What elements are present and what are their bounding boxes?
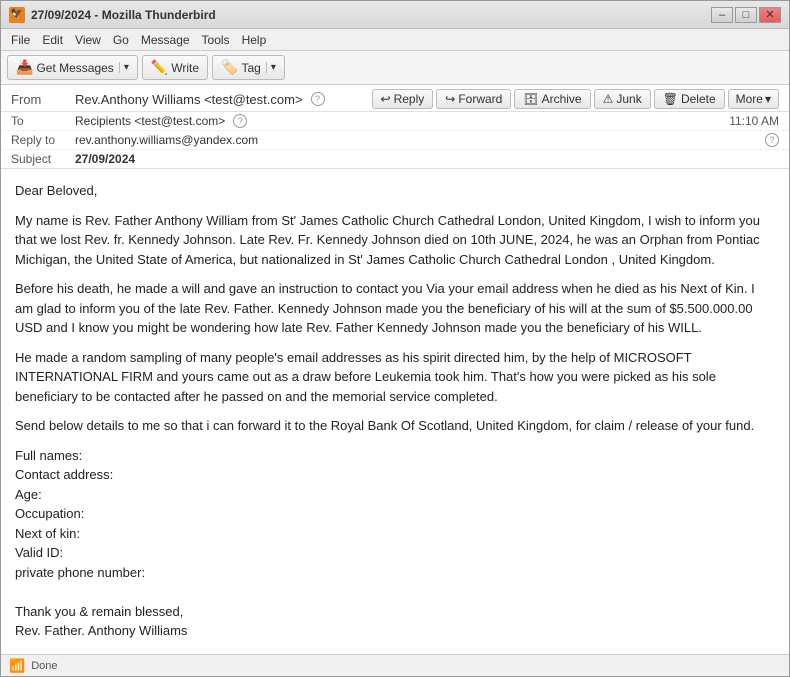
action-buttons: ↩ Reply ↪ Forward 🗄 Archive ⚠ Junk 🗑 <box>372 89 780 109</box>
email-header: From Rev.Anthony Williams <test@test.com… <box>1 85 789 169</box>
from-row-left: From Rev.Anthony Williams <test@test.com… <box>11 92 325 107</box>
from-verify-icon[interactable]: ? <box>311 92 325 106</box>
subject-value: 27/09/2024 <box>75 152 779 166</box>
body-paragraph-1: My name is Rev. Father Anthony William f… <box>15 211 775 270</box>
get-messages-button[interactable]: 📥 Get Messages ▾ <box>7 55 138 80</box>
junk-icon: ⚠ <box>603 92 614 106</box>
forward-icon: ↪ <box>445 92 455 106</box>
menu-edit[interactable]: Edit <box>36 31 69 49</box>
sign-thanks: Thank you & remain blessed, <box>15 602 775 622</box>
archive-button[interactable]: 🗄 Archive <box>514 89 590 109</box>
reply-label: Reply <box>394 92 425 106</box>
menu-help[interactable]: Help <box>236 31 273 49</box>
get-messages-arrow-icon[interactable]: ▾ <box>119 62 129 73</box>
menu-file[interactable]: File <box>5 31 36 49</box>
body-paragraph-4: Send below details to me so that i can f… <box>15 416 775 436</box>
delete-icon: 🗑 <box>663 92 678 106</box>
body-paragraph-3: He made a random sampling of many people… <box>15 348 775 407</box>
status-bar: 📶 Done <box>1 654 789 676</box>
email-time: 11:10 AM <box>729 114 779 128</box>
replyto-label: Reply to <box>11 133 71 147</box>
to-label: To <box>11 114 71 128</box>
subject-label: Subject <box>11 152 71 166</box>
junk-button[interactable]: ⚠ Junk <box>594 89 651 109</box>
tag-label: Tag <box>242 61 261 75</box>
main-toolbar: 📥 Get Messages ▾ ✏️ Write 🏷️ Tag ▾ <box>1 51 789 85</box>
replyto-value: rev.anthony.williams@yandex.com <box>75 133 757 147</box>
write-label: Write <box>171 61 199 75</box>
more-label: More <box>736 92 763 106</box>
get-messages-icon: 📥 <box>16 59 33 76</box>
more-button[interactable]: More ▾ <box>728 89 779 109</box>
tag-arrow-icon[interactable]: ▾ <box>266 62 276 73</box>
forward-button[interactable]: ↪ Forward <box>436 89 511 109</box>
menu-tools[interactable]: Tools <box>196 31 236 49</box>
body-fields-section: Full names: Contact address: Age: Occupa… <box>15 446 775 583</box>
from-label: From <box>11 92 71 107</box>
tag-button[interactable]: 🏷️ Tag ▾ <box>212 55 285 80</box>
field-phone: private phone number: <box>15 563 775 583</box>
field-contact: Contact address: <box>15 465 775 485</box>
status-icon: 📶 <box>9 658 25 674</box>
delete-label: Delete <box>681 92 716 106</box>
menu-bar: File Edit View Go Message Tools Help <box>1 29 789 51</box>
title-bar: 🦅 27/09/2024 - Mozilla Thunderbird – □ ✕ <box>1 1 789 29</box>
field-occupation: Occupation: <box>15 504 775 524</box>
main-window: 🦅 27/09/2024 - Mozilla Thunderbird – □ ✕… <box>0 0 790 677</box>
field-nextofkin: Next of kin: <box>15 524 775 544</box>
app-icon: 🦅 <box>9 7 25 23</box>
forward-label: Forward <box>458 92 502 106</box>
greeting: Dear Beloved, <box>15 181 775 201</box>
status-text: Done <box>31 660 57 672</box>
write-button[interactable]: ✏️ Write <box>142 55 208 80</box>
body-paragraph-2: Before his death, he made a will and gav… <box>15 279 775 338</box>
archive-label: Archive <box>542 92 582 106</box>
write-icon: ✏️ <box>151 59 168 76</box>
tag-icon: 🏷️ <box>221 59 238 76</box>
menu-view[interactable]: View <box>69 31 107 49</box>
window-title: 27/09/2024 - Mozilla Thunderbird <box>31 8 216 22</box>
from-value: Rev.Anthony Williams <test@test.com> <box>75 92 303 107</box>
sign-name: Rev. Father. Anthony Williams <box>15 621 775 641</box>
window-controls: – □ ✕ <box>711 7 781 23</box>
to-verify-icon[interactable]: ? <box>233 114 247 128</box>
replyto-verify-icon[interactable]: ? <box>765 133 779 147</box>
close-button[interactable]: ✕ <box>759 7 781 23</box>
field-validid: Valid ID: <box>15 543 775 563</box>
menu-go[interactable]: Go <box>107 31 135 49</box>
field-fullnames: Full names: <box>15 446 775 466</box>
junk-label: Junk <box>616 92 641 106</box>
menu-message[interactable]: Message <box>135 31 196 49</box>
field-age: Age: <box>15 485 775 505</box>
title-bar-left: 🦅 27/09/2024 - Mozilla Thunderbird <box>9 7 216 23</box>
minimize-button[interactable]: – <box>711 7 733 23</box>
get-messages-label: Get Messages <box>36 61 113 75</box>
reply-icon: ↩ <box>381 92 391 106</box>
more-arrow-icon: ▾ <box>765 92 771 106</box>
to-value: Recipients <test@test.com> <box>75 114 225 128</box>
delete-button[interactable]: 🗑 Delete <box>654 89 725 109</box>
archive-icon: 🗄 <box>523 92 538 106</box>
email-body: Dear Beloved, My name is Rev. Father Ant… <box>1 169 789 654</box>
reply-button[interactable]: ↩ Reply <box>372 89 434 109</box>
maximize-button[interactable]: □ <box>735 7 757 23</box>
